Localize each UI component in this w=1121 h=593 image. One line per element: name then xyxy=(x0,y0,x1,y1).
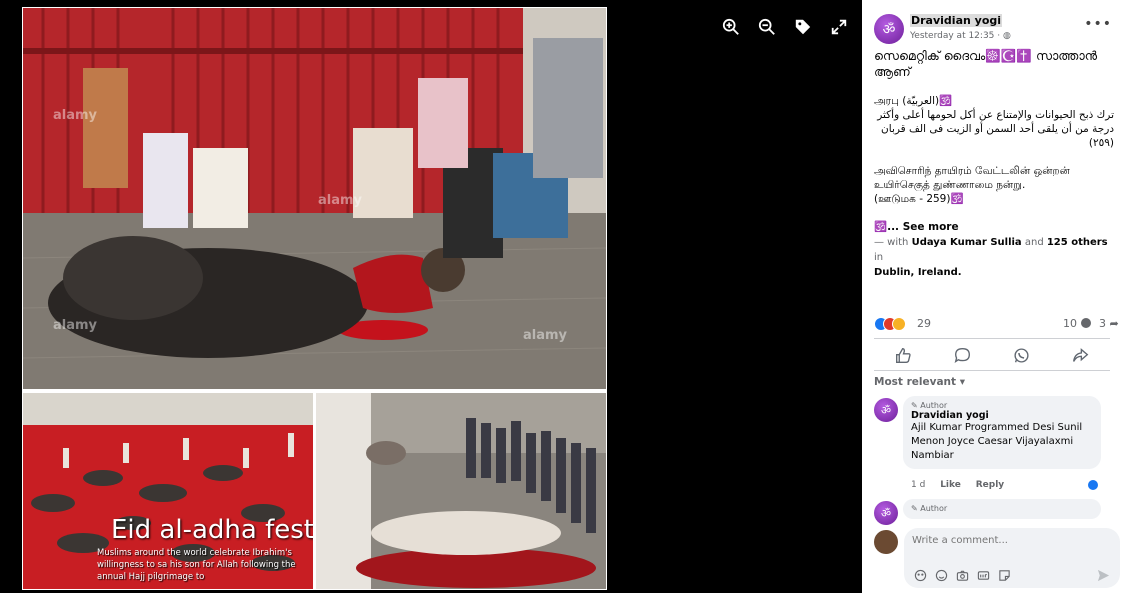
watermark-text: alamy xyxy=(318,193,363,208)
comment-item: ॐ ✎ Author xyxy=(874,499,1114,525)
author-name[interactable]: Dravidian yogi xyxy=(910,14,1003,27)
composer-tools xyxy=(914,567,1011,582)
eid-title: Eid al-adha festiv xyxy=(111,515,313,545)
viewer-toolbar xyxy=(722,18,848,36)
comment-item: ॐ ✎ Author Dravidian yogi Ajil Kumar Pro… xyxy=(874,396,1114,496)
bottom-left-photo: Eid al-adha festiv Muslims around the wo… xyxy=(23,393,313,589)
comment-like-badge-icon[interactable] xyxy=(1086,478,1100,492)
globe-icon: ◍ xyxy=(1002,31,1011,41)
tagged-with-line: — with Udaya Kumar Sullia and 125 others… xyxy=(874,235,1114,265)
author-badge: ✎ Author xyxy=(911,504,1093,513)
camera-icon[interactable] xyxy=(956,567,969,581)
watermark-text: alamy xyxy=(53,318,98,333)
watermark-text: alamy xyxy=(53,108,98,123)
post-panel: ॐ Dravidian yogi Yesterday at 12:35 · ◍ … xyxy=(862,0,1121,593)
zoom-in-icon[interactable] xyxy=(722,18,740,36)
comment-text: Ajil Kumar Programmed Desi Sunil Menon J… xyxy=(911,422,1083,461)
with-and: and xyxy=(1021,237,1047,248)
zoom-out-icon[interactable] xyxy=(758,18,776,36)
om-symbol-icon: ॐ xyxy=(880,506,892,520)
divider xyxy=(874,370,1110,371)
with-in: in xyxy=(874,252,884,263)
commenter-avatar[interactable]: ॐ xyxy=(874,398,898,422)
post-line-malayalam-2: ആണ് xyxy=(874,64,911,79)
post-text: സെമെറ്റിക് ദൈവം☸️☪️✝️ സാത്താൻ ആണ് அரபு (… xyxy=(874,48,1114,280)
more-options-icon[interactable]: ••• xyxy=(1084,16,1112,32)
see-more-link[interactable]: 🕉️... See more xyxy=(874,220,1114,235)
om-symbol-icon: ॐ xyxy=(882,21,896,38)
commenter-name[interactable]: Dravidian yogi xyxy=(911,410,1093,421)
avatar-sticker-icon[interactable] xyxy=(914,567,927,582)
tag-icon[interactable] xyxy=(794,18,812,36)
arabic-text: ترك ذبح الحيوانات والإمتناع عن أكل لحومه… xyxy=(877,109,1114,149)
comment-bubble: ✎ Author xyxy=(903,499,1101,519)
post-header: ॐ Dravidian yogi Yesterday at 12:35 · ◍ … xyxy=(874,14,1114,46)
reactions-bar: 29 10 3 ➦ xyxy=(874,316,1120,334)
post-line-malayalam-1: സെമെറ്റിക് ദൈവം☸️☪️✝️ സാത്താൻ xyxy=(874,48,1098,63)
whatsapp-button[interactable] xyxy=(1012,345,1032,365)
author-badge-label: Author xyxy=(920,401,948,410)
post-actions xyxy=(874,344,1110,366)
comment-bubble: ✎ Author Dravidian yogi Ajil Kumar Progr… xyxy=(903,396,1101,469)
comment-count-value: 10 xyxy=(1063,317,1077,330)
pen-icon: ✎ xyxy=(911,401,918,410)
comment-count[interactable]: 10 xyxy=(1063,317,1091,330)
location-line: Dublin, Ireland. xyxy=(874,265,1114,280)
fullscreen-icon[interactable] xyxy=(830,18,848,36)
gif-icon[interactable] xyxy=(977,567,990,580)
comment-meta: 1 d Like Reply xyxy=(911,480,1016,490)
sort-label: Most relevant xyxy=(874,376,957,388)
sticker-icon[interactable] xyxy=(998,567,1011,581)
photo-viewer: alamy alamy alamy alamy Eid al-adha fest… xyxy=(0,0,862,593)
divider xyxy=(874,338,1110,339)
location-link[interactable]: Dublin, Ireland. xyxy=(874,267,962,278)
share-button[interactable] xyxy=(1071,345,1091,365)
current-user-avatar[interactable] xyxy=(874,530,898,554)
commenter-avatar[interactable]: ॐ xyxy=(874,501,898,525)
photo-collage[interactable]: alamy alamy alamy alamy Eid al-adha fest… xyxy=(22,7,607,590)
comment-sort-dropdown[interactable]: Most relevant ▾ xyxy=(874,376,965,388)
tamil-line-1: அவிசொரிந் தாயிரம் வேட்டலின் ஒன்றன் xyxy=(874,165,1070,177)
send-icon[interactable] xyxy=(1097,567,1110,582)
sad-reaction-icon xyxy=(892,317,906,331)
like-button[interactable] xyxy=(894,345,914,365)
post-timestamp[interactable]: Yesterday at 12:35 · ◍ xyxy=(910,31,1011,41)
share-count[interactable]: 3 ➦ xyxy=(1099,317,1119,330)
comment-box[interactable] xyxy=(904,528,1120,588)
post-time-text: Yesterday at 12:35 · xyxy=(910,31,1003,41)
with-prefix: — with xyxy=(874,237,912,248)
author-badge: ✎ Author xyxy=(911,401,1093,410)
tagged-person-link[interactable]: Udaya Kumar Sullia xyxy=(912,237,1022,248)
reaction-count[interactable]: 29 xyxy=(917,317,931,330)
caret-down-icon: ▾ xyxy=(959,376,965,388)
share-count-value: 3 xyxy=(1099,317,1106,330)
author-badge-label: Author xyxy=(920,504,948,513)
arabic-label: அரபு (العربيّة)🕉️ xyxy=(874,95,953,107)
tamil-line-3: (ஊடுமக - 259)🕉️ xyxy=(874,193,964,205)
comment-like-link[interactable]: Like xyxy=(940,480,961,490)
eid-caption: Muslims around the world celebrate Ibrah… xyxy=(97,548,296,582)
author-avatar[interactable]: ॐ xyxy=(874,14,904,44)
comment-composer xyxy=(874,528,1120,588)
main-photo: alamy alamy alamy alamy xyxy=(23,8,606,389)
comment-bubble-icon xyxy=(1080,318,1091,328)
comment-input[interactable] xyxy=(912,535,1102,546)
watermark-text: alamy xyxy=(523,328,568,343)
om-symbol-icon: ॐ xyxy=(880,403,892,417)
tamil-line-2: உயிர்செகுத் துண்ணாமை நன்று. xyxy=(874,179,1026,191)
reaction-icons[interactable] xyxy=(874,317,916,331)
comment-reply-link[interactable]: Reply xyxy=(976,480,1004,490)
bottom-right-photo xyxy=(316,393,606,589)
share-arrow-icon: ➦ xyxy=(1109,317,1119,330)
emoji-icon[interactable] xyxy=(935,567,948,582)
tagged-others-link[interactable]: 125 others xyxy=(1047,237,1108,248)
pen-icon: ✎ xyxy=(911,504,918,513)
comment-button[interactable] xyxy=(953,345,973,365)
comment-age[interactable]: 1 d xyxy=(911,480,925,490)
facebook-photo-viewer: alamy alamy alamy alamy Eid al-adha fest… xyxy=(0,0,1121,593)
